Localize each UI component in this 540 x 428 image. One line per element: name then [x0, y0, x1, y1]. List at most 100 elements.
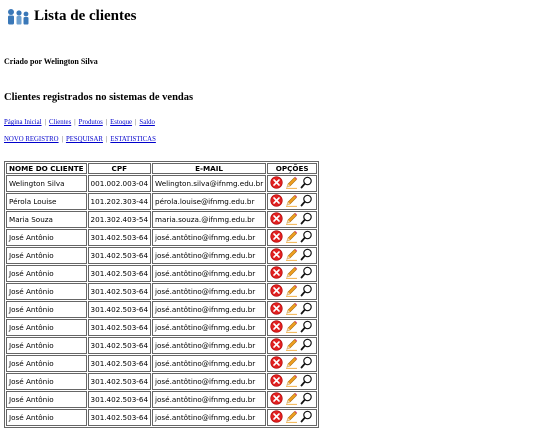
- client-email-cell: josé.antôtino@ifnmg.edu.br: [152, 391, 267, 408]
- view-icon[interactable]: [300, 248, 313, 261]
- header-options: OPÇÕES: [267, 163, 318, 174]
- edit-icon[interactable]: [285, 248, 298, 261]
- nav-balance[interactable]: Saldo: [139, 119, 154, 126]
- view-icon[interactable]: [300, 320, 313, 333]
- client-name-cell: José Antônio: [6, 265, 87, 282]
- client-cpf-cell: 301.402.503-64: [87, 409, 152, 426]
- client-email-cell: josé.antôtino@ifnmg.edu.br: [152, 409, 267, 426]
- client-options-cell: [267, 247, 318, 264]
- client-options-cell: [267, 193, 318, 210]
- edit-icon[interactable]: [285, 176, 298, 189]
- client-email-cell: josé.antôtino@ifnmg.edu.br: [152, 265, 267, 282]
- delete-icon[interactable]: [270, 320, 283, 333]
- view-icon[interactable]: [300, 338, 313, 351]
- client-options-cell: [267, 337, 318, 354]
- people-icon: [8, 9, 29, 25]
- delete-icon[interactable]: [270, 284, 283, 297]
- statistics-link[interactable]: ESTATISTICAS: [110, 136, 156, 143]
- client-name-cell: José Antônio: [6, 373, 87, 390]
- nav-clients[interactable]: Clientes: [49, 119, 71, 126]
- edit-icon[interactable]: [285, 356, 298, 369]
- client-name-cell: Maria Souza: [6, 211, 87, 228]
- client-email-cell: Welington.silva@ifnmg.edu.br: [152, 175, 267, 192]
- search-link[interactable]: PESQUISAR: [66, 136, 103, 143]
- actions-nav: NOVO REGISTRO | PESQUISAR | ESTATISTICAS: [4, 136, 156, 143]
- client-cpf-cell: 301.402.503-64: [87, 247, 152, 264]
- nav-home[interactable]: Página Inicial: [4, 119, 42, 126]
- client-name-cell: Pérola Louise: [6, 193, 87, 210]
- client-cpf-cell: 301.402.503-64: [87, 355, 152, 372]
- clients-table: NOME DO CLIENTE CPF E-MAIL OPÇÕES Weling…: [4, 161, 320, 428]
- view-icon[interactable]: [300, 374, 313, 387]
- table-row: José Antônio 301.402.503-64 josé.antôtin…: [6, 319, 318, 336]
- edit-icon[interactable]: [285, 284, 298, 297]
- view-icon[interactable]: [300, 266, 313, 279]
- table-row: José Antônio 301.402.503-64 josé.antôtin…: [6, 373, 318, 390]
- view-icon[interactable]: [300, 356, 313, 369]
- edit-icon[interactable]: [285, 302, 298, 315]
- client-email-cell: josé.antôtino@ifnmg.edu.br: [152, 337, 267, 354]
- edit-icon[interactable]: [285, 392, 298, 405]
- view-icon[interactable]: [300, 194, 313, 207]
- delete-icon[interactable]: [270, 266, 283, 279]
- edit-icon[interactable]: [285, 194, 298, 207]
- edit-icon[interactable]: [285, 374, 298, 387]
- delete-icon[interactable]: [270, 410, 283, 423]
- delete-icon[interactable]: [270, 230, 283, 243]
- view-icon[interactable]: [300, 230, 313, 243]
- edit-icon[interactable]: [285, 338, 298, 351]
- page-header: Lista de clientes: [6, 8, 137, 25]
- table-row: José Antônio 301.402.503-64 josé.antôtin…: [6, 337, 318, 354]
- delete-icon[interactable]: [270, 248, 283, 261]
- delete-icon[interactable]: [270, 338, 283, 351]
- client-name-cell: José Antônio: [6, 355, 87, 372]
- client-cpf-cell: 301.402.503-64: [87, 337, 152, 354]
- client-options-cell: [267, 355, 318, 372]
- table-row: José Antônio 301.402.503-64 josé.antôtin…: [6, 355, 318, 372]
- edit-icon[interactable]: [285, 266, 298, 279]
- header-cpf: CPF: [87, 163, 152, 174]
- client-name-cell: José Antônio: [6, 337, 87, 354]
- client-options-cell: [267, 265, 318, 282]
- delete-icon[interactable]: [270, 392, 283, 405]
- delete-icon[interactable]: [270, 374, 283, 387]
- nav-stock[interactable]: Estoque: [110, 119, 132, 126]
- table-row: Maria Souza 201.302.403-54 maria.souza.@…: [6, 211, 318, 228]
- table-row: José Antônio 301.402.503-64 josé.antôtin…: [6, 229, 318, 246]
- table-row: Welington Silva 001.002.003-04 Welington…: [6, 175, 318, 192]
- header-name: NOME DO CLIENTE: [6, 163, 87, 174]
- client-options-cell: [267, 283, 318, 300]
- client-email-cell: josé.antôtino@ifnmg.edu.br: [152, 229, 267, 246]
- edit-icon[interactable]: [285, 212, 298, 225]
- client-cpf-cell: 301.402.503-64: [87, 301, 152, 318]
- client-options-cell: [267, 373, 318, 390]
- edit-icon[interactable]: [285, 230, 298, 243]
- nav-products[interactable]: Produtos: [79, 119, 103, 126]
- edit-icon[interactable]: [285, 410, 298, 423]
- new-record-link[interactable]: NOVO REGISTRO: [4, 136, 59, 143]
- view-icon[interactable]: [300, 176, 313, 189]
- page-title: Lista de clientes: [34, 8, 137, 24]
- table-row: Pérola Louise 101.202.303-44 pérola.loui…: [6, 193, 318, 210]
- view-icon[interactable]: [300, 410, 313, 423]
- edit-icon[interactable]: [285, 320, 298, 333]
- client-cpf-cell: 301.402.503-64: [87, 319, 152, 336]
- client-options-cell: [267, 301, 318, 318]
- delete-icon[interactable]: [270, 356, 283, 369]
- view-icon[interactable]: [300, 302, 313, 315]
- client-email-cell: josé.antôtino@ifnmg.edu.br: [152, 373, 267, 390]
- client-name-cell: José Antônio: [6, 409, 87, 426]
- delete-icon[interactable]: [270, 176, 283, 189]
- delete-icon[interactable]: [270, 302, 283, 315]
- view-icon[interactable]: [300, 392, 313, 405]
- client-cpf-cell: 101.202.303-44: [87, 193, 152, 210]
- view-icon[interactable]: [300, 284, 313, 297]
- client-options-cell: [267, 319, 318, 336]
- client-cpf-cell: 001.002.003-04: [87, 175, 152, 192]
- client-options-cell: [267, 211, 318, 228]
- delete-icon[interactable]: [270, 194, 283, 207]
- view-icon[interactable]: [300, 212, 313, 225]
- delete-icon[interactable]: [270, 212, 283, 225]
- table-row: José Antônio 301.402.503-64 josé.antôtin…: [6, 265, 318, 282]
- client-options-cell: [267, 229, 318, 246]
